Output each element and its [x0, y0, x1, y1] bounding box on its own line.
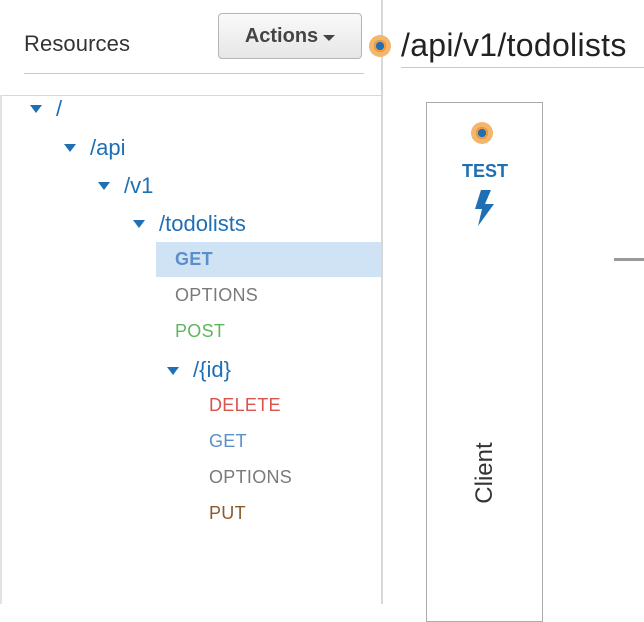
method-get-todolists[interactable]: GET: [175, 249, 213, 270]
header-divider: [24, 73, 364, 74]
tree-edge: [0, 95, 2, 604]
caret-down-icon[interactable]: [133, 220, 145, 228]
client-label: Client: [471, 442, 498, 504]
lightning-bolt-icon[interactable]: [472, 190, 498, 226]
flow-connector-line: [614, 258, 644, 261]
panel-divider[interactable]: [381, 0, 383, 604]
method-options-id[interactable]: OPTIONS: [209, 467, 292, 488]
caret-down-icon[interactable]: [64, 144, 76, 152]
tree-item-v1[interactable]: /v1: [124, 173, 153, 199]
caret-down-icon[interactable]: [167, 367, 179, 375]
status-dot-icon: [471, 122, 493, 144]
resource-tree: [0, 95, 383, 605]
method-delete-id[interactable]: DELETE: [209, 395, 281, 416]
test-link[interactable]: TEST: [458, 161, 512, 182]
method-get-id[interactable]: GET: [209, 431, 247, 452]
method-post-todolists[interactable]: POST: [175, 321, 225, 342]
method-options-todolists[interactable]: OPTIONS: [175, 285, 258, 306]
tree-item-id[interactable]: /{id}: [193, 357, 231, 383]
status-dot-icon: [369, 35, 391, 57]
actions-dropdown-button[interactable]: Actions: [218, 13, 362, 59]
caret-down-icon[interactable]: [30, 105, 42, 113]
tree-item-root[interactable]: /: [56, 96, 62, 122]
method-put-id[interactable]: PUT: [209, 503, 246, 524]
tree-item-todolists[interactable]: /todolists: [159, 211, 246, 237]
resource-path-title: /api/v1/todolists: [401, 27, 627, 63]
resources-panel: Resources Actions / /api /v1 /todolists …: [0, 0, 384, 604]
caret-down-icon[interactable]: [98, 182, 110, 190]
actions-button-label: Actions: [244, 24, 319, 47]
caret-down-icon: [323, 34, 336, 41]
title-underline: [401, 67, 644, 68]
resources-title: Resources: [24, 31, 131, 56]
tree-item-api[interactable]: /api: [90, 135, 125, 161]
